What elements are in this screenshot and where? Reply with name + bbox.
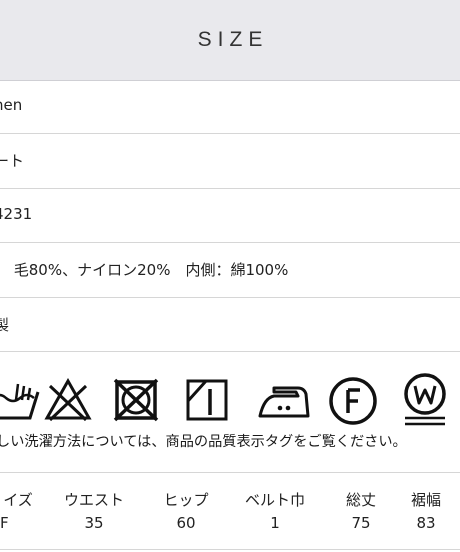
no-tumble-dry-icon [113, 378, 159, 422]
detail-row: 4231 [0, 189, 460, 243]
hand-wash-icon [0, 383, 40, 420]
table-header-row: イズ ウエスト ヒップ ベルト巾 総丈 裾幅 [0, 487, 460, 511]
care-note: しい洗濯方法については、商品の品質表示タグをご覧ください。 [0, 434, 407, 450]
iron-low-icon [258, 386, 310, 418]
detail-text: ート [0, 152, 25, 170]
page-title: SIZE [197, 28, 269, 51]
care-section: しい洗濯方法については、商品の品質表示タグをご覧ください。 [0, 352, 460, 473]
table-header: ウエスト [63, 490, 124, 509]
table-header: ベルト巾 [244, 490, 305, 509]
size-table: イズ ウエスト ヒップ ベルト巾 総丈 裾幅 F 35 60 1 75 83 [0, 487, 460, 535]
material-row: ： 毛80%、ナイロン20% 内側：綿100% [0, 243, 460, 298]
size-header: SIZE [0, 0, 460, 81]
detail-text: 4231 [0, 205, 33, 223]
wet-clean-w-icon [404, 373, 446, 426]
table-row: F 35 60 1 75 83 [0, 511, 460, 535]
detail-row: ート [0, 134, 460, 189]
origin-text: 製 [0, 316, 10, 334]
table-header: 総丈 [345, 490, 376, 509]
table-cell: 60 [176, 514, 196, 532]
origin-row: 製 [0, 298, 460, 352]
table-header: 裾幅 [410, 490, 441, 509]
table-cell: 1 [270, 514, 280, 532]
detail-text: nen [0, 96, 23, 114]
table-header: イズ [3, 490, 33, 509]
table-cell: 35 [84, 514, 104, 532]
table-header: ヒップ [163, 490, 209, 509]
table-cell: 83 [416, 514, 436, 532]
material-text: ： 毛80%、ナイロン20% 内側：綿100% [0, 261, 289, 279]
divider [0, 549, 460, 550]
no-bleach-icon [44, 378, 92, 422]
dry-clean-f-icon [329, 377, 377, 425]
line-dry-shade-icon [186, 379, 228, 421]
table-cell: F [0, 514, 9, 532]
detail-row: nen [0, 80, 460, 134]
table-cell: 75 [351, 514, 371, 532]
